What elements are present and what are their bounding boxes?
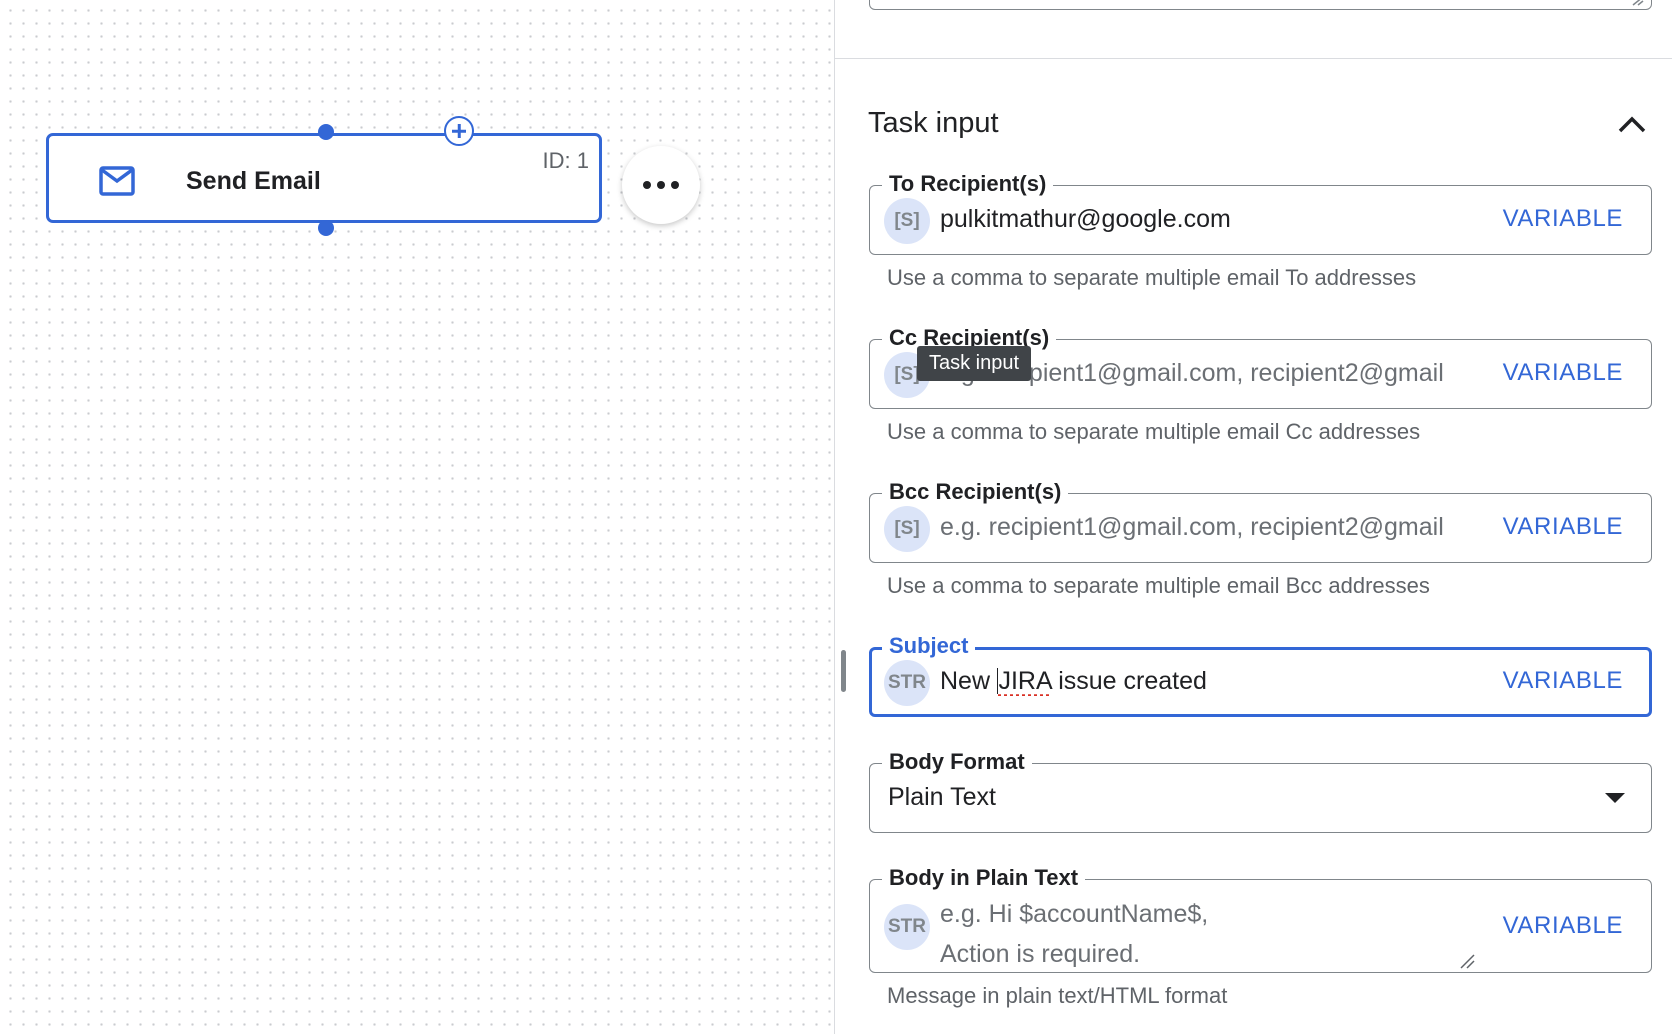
field-label: Subject [882,631,976,661]
body-textarea[interactable]: e.g. Hi $accountName$, Action is require… [940,894,1480,974]
subject-field[interactable]: Subject STR New JIRA issue created VARIA… [869,631,1652,717]
spellcheck-flag: JIRA [998,667,1052,695]
chevron-up-icon[interactable] [1615,110,1649,138]
string-list-type-badge: [S] [884,506,930,552]
helper-text: Use a comma to separate multiple email C… [887,419,1421,444]
workflow-canvas[interactable]: Send Email ID: 1 [0,0,834,1034]
mail-icon [99,166,135,196]
section-title: Task input [868,107,999,139]
helper-text: Use a comma to separate multiple email B… [887,573,1430,598]
string-list-type-badge: [S] [884,198,930,244]
dropdown-arrow-icon[interactable] [1605,793,1625,803]
string-type-badge: STR [884,904,930,950]
variable-button[interactable]: VARIABLE [1503,912,1623,940]
field-label: Body in Plain Text [882,863,1086,893]
send-email-task-node[interactable]: Send Email ID: 1 [46,133,602,223]
helper-text: Message in plain text/HTML format [887,983,1228,1008]
variable-button[interactable]: VARIABLE [1503,667,1623,695]
resize-grip-icon [1632,0,1644,6]
string-type-badge: STR [884,660,930,706]
field-label: Body Format [882,747,1032,777]
to-recipients-input[interactable]: pulkitmathur@google.com [940,205,1480,234]
task-node-id: ID: 1 [542,148,589,173]
tooltip: Task input [917,346,1032,381]
body-format-select[interactable]: Body Format Plain Text [869,747,1652,833]
variable-button[interactable]: VARIABLE [1503,359,1623,387]
variable-button[interactable]: VARIABLE [1503,513,1623,541]
task-node-title: Send Email [186,167,321,195]
field-label: Bcc Recipient(s) [882,477,1069,507]
helper-text: Use a comma to separate multiple email T… [887,265,1417,290]
previous-textarea-field[interactable] [869,0,1652,10]
field-label: To Recipient(s) [882,169,1054,199]
node-output-port[interactable] [318,220,334,236]
add-connection-icon[interactable] [444,116,474,146]
task-config-panel: Task input To Recipient(s) [S] pulkitmat… [835,0,1672,1034]
body-format-selected: Plain Text [888,783,996,811]
node-input-port[interactable] [318,124,334,140]
placeholder-line: Action is required. [940,940,1141,968]
bcc-recipients-input[interactable]: e.g. recipient1@gmail.com, recipient2@gm… [940,513,1480,542]
more-horiz-icon [643,181,651,189]
section-divider [835,58,1672,59]
body-plain-text-field[interactable]: Body in Plain Text STR e.g. Hi $accountN… [869,863,1652,974]
variable-button[interactable]: VARIABLE [1503,205,1623,233]
bcc-recipients-field[interactable]: Bcc Recipient(s) [S] e.g. recipient1@gma… [869,477,1652,563]
more-options-button[interactable] [622,146,700,224]
placeholder-line: e.g. Hi $accountName$, [940,900,1209,928]
to-recipients-field[interactable]: To Recipient(s) [S] pulkitmathur@google.… [869,169,1652,255]
resize-grip-icon[interactable] [1459,953,1475,969]
subject-input[interactable]: New JIRA issue created [940,667,1480,696]
